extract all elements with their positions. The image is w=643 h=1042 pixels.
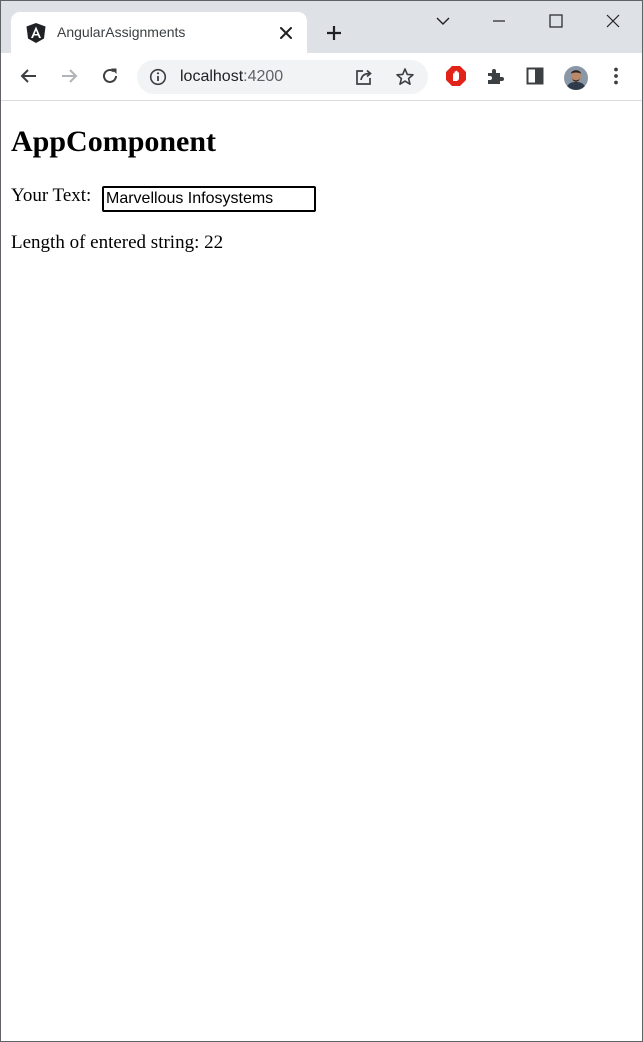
forward-arrow-icon xyxy=(62,69,78,83)
tab-search-icon xyxy=(436,17,450,25)
length-label: Length of entered string: xyxy=(11,232,200,253)
page-content: AppComponent Your Text: Length of entere… xyxy=(1,101,642,1041)
minimize-button[interactable] xyxy=(484,7,514,35)
angular-logo-icon xyxy=(25,22,47,44)
adblock-button[interactable] xyxy=(441,61,471,91)
close-icon xyxy=(606,14,620,28)
tab-search-button[interactable] xyxy=(428,7,458,35)
address-url: localhost:4200 xyxy=(180,68,283,86)
back-arrow-icon xyxy=(20,69,36,83)
adblock-icon xyxy=(446,66,466,86)
tab-close-icon[interactable] xyxy=(277,24,295,42)
side-panel-button[interactable] xyxy=(520,61,550,91)
tab-strip: AngularAssignments xyxy=(1,1,642,53)
tab-title: AngularAssignments xyxy=(57,24,186,40)
extensions-icon xyxy=(488,69,504,84)
text-input-label: Your Text: xyxy=(11,185,92,206)
maximize-icon xyxy=(549,14,563,28)
browser-window: AngularAssignments localhost:4200 AppCom… xyxy=(0,0,643,1042)
minimize-icon xyxy=(493,20,505,22)
maximize-button[interactable] xyxy=(541,7,571,35)
address-bar[interactable]: localhost:4200 xyxy=(137,60,428,94)
new-tab-button[interactable] xyxy=(321,20,347,46)
page-title: AppComponent xyxy=(11,125,217,158)
extensions-button[interactable] xyxy=(480,61,510,91)
close-window-button[interactable] xyxy=(598,7,628,35)
star-icon[interactable] xyxy=(394,66,416,88)
side-panel-icon xyxy=(526,67,544,85)
site-info-icon[interactable] xyxy=(149,68,167,86)
reload-icon xyxy=(103,68,117,83)
url-port: :4200 xyxy=(243,68,284,85)
forward-button[interactable] xyxy=(54,61,84,91)
share-icon[interactable] xyxy=(353,66,375,88)
browser-tab[interactable]: AngularAssignments xyxy=(11,12,307,53)
plus-icon xyxy=(327,26,341,40)
avatar[interactable] xyxy=(564,66,588,90)
back-button[interactable] xyxy=(14,61,44,91)
reload-button[interactable] xyxy=(95,61,125,91)
url-host: localhost xyxy=(180,68,244,85)
length-value: 22 xyxy=(204,232,224,253)
text-input[interactable] xyxy=(102,186,316,212)
menu-button[interactable] xyxy=(601,61,631,91)
browser-toolbar: localhost:4200 xyxy=(1,53,642,101)
menu-dots-icon xyxy=(614,67,618,85)
string-length-line: Length of entered string: 22 xyxy=(11,232,223,254)
